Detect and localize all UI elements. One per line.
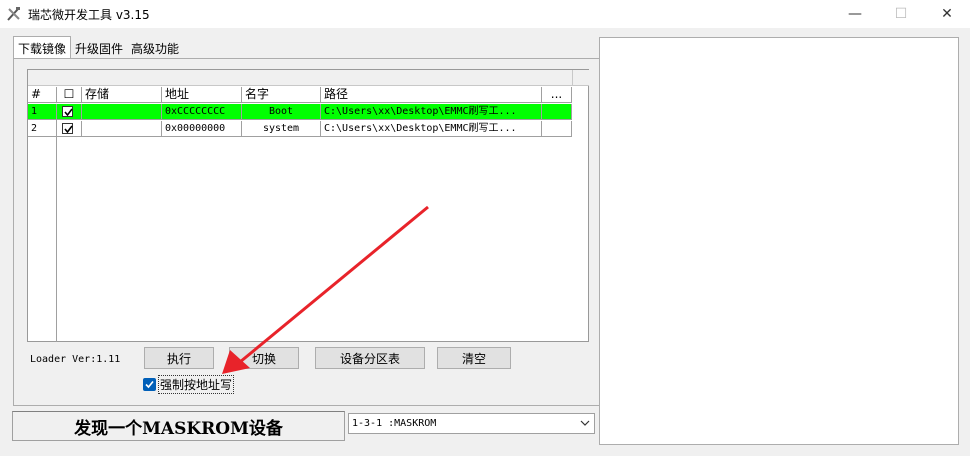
tools-icon <box>7 7 20 21</box>
row-storage <box>82 104 162 120</box>
force-write-option[interactable]: 强制按地址写 <box>143 374 235 394</box>
header-checkbox[interactable]: ☐ <box>57 87 82 103</box>
row-more-button[interactable] <box>542 121 572 137</box>
clear-button[interactable]: 清空 <box>437 347 511 369</box>
tab-download-image[interactable]: 下载镜像 <box>13 36 72 58</box>
title-bar: 瑞芯微开发工具 v3.15 — ☐ ✕ <box>0 0 970 28</box>
row-path: C:\Users\xx\Desktop\EMMC刷写工... <box>321 121 542 137</box>
header-name[interactable]: 名字 <box>242 87 321 103</box>
force-write-label: 强制按地址写 <box>158 374 235 394</box>
execute-button[interactable]: 执行 <box>144 347 214 369</box>
device-select[interactable]: 1-3-1 :MASKROM <box>348 413 595 434</box>
loader-version: Loader Ver:1.11 <box>30 354 121 365</box>
maximize-icon: ☐ <box>894 6 908 22</box>
checkbox-checked-icon <box>62 123 73 134</box>
partition-table-button[interactable]: 设备分区表 <box>315 347 425 369</box>
switch-button[interactable]: 切换 <box>229 347 299 369</box>
maximize-button[interactable]: ☐ <box>878 0 924 28</box>
row-name: Boot <box>242 104 321 120</box>
header-address[interactable]: 地址 <box>162 87 242 103</box>
minimize-button[interactable]: — <box>832 0 878 28</box>
table-corner <box>572 70 589 86</box>
row-name: system <box>242 121 321 137</box>
tab-strip: 下载镜像 升级固件 高级功能 <box>13 36 183 58</box>
row-address: 0xCCCCCCCC <box>162 104 242 120</box>
table-header: # ☐ 存储 地址 名字 路径 ... <box>28 87 572 103</box>
row-address: 0x00000000 <box>162 121 242 137</box>
header-path[interactable]: 路径 <box>321 87 542 103</box>
checkmark-icon <box>145 380 154 388</box>
table-top-band <box>28 70 572 86</box>
row-checkbox[interactable] <box>57 121 82 137</box>
index-column-fill <box>28 120 57 342</box>
tab-upgrade-firmware[interactable]: 升级固件 <box>71 38 127 58</box>
log-panel[interactable] <box>599 37 959 445</box>
chevron-down-icon <box>580 414 590 440</box>
row-more-button[interactable] <box>542 104 572 120</box>
header-more[interactable]: ... <box>542 87 572 103</box>
tab-advanced[interactable]: 高级功能 <box>127 38 183 58</box>
header-storage[interactable]: 存储 <box>82 87 162 103</box>
status-message: 发现一个MASKROM设备 <box>12 411 345 441</box>
row-checkbox[interactable] <box>57 104 82 120</box>
row-storage <box>82 121 162 137</box>
close-icon: ✕ <box>941 6 953 22</box>
table-row[interactable]: 2 0x00000000 system C:\Users\xx\Desktop\… <box>28 121 572 137</box>
image-table: # ☐ 存储 地址 名字 路径 ... 1 0xCCCCCCCC Boot C:… <box>27 69 589 342</box>
checkbox-checked-icon <box>62 106 73 117</box>
header-index[interactable]: # <box>28 87 57 103</box>
device-select-value: 1-3-1 :MASKROM <box>352 418 437 429</box>
row-index: 1 <box>28 104 57 120</box>
row-path: C:\Users\xx\Desktop\EMMC刷写工... <box>321 104 542 120</box>
close-button[interactable]: ✕ <box>924 0 970 28</box>
table-row[interactable]: 1 0xCCCCCCCC Boot C:\Users\xx\Desktop\EM… <box>28 104 572 120</box>
minimize-icon: — <box>848 6 862 22</box>
force-write-checkbox[interactable] <box>143 377 156 391</box>
window-title: 瑞芯微开发工具 v3.15 <box>28 8 150 22</box>
